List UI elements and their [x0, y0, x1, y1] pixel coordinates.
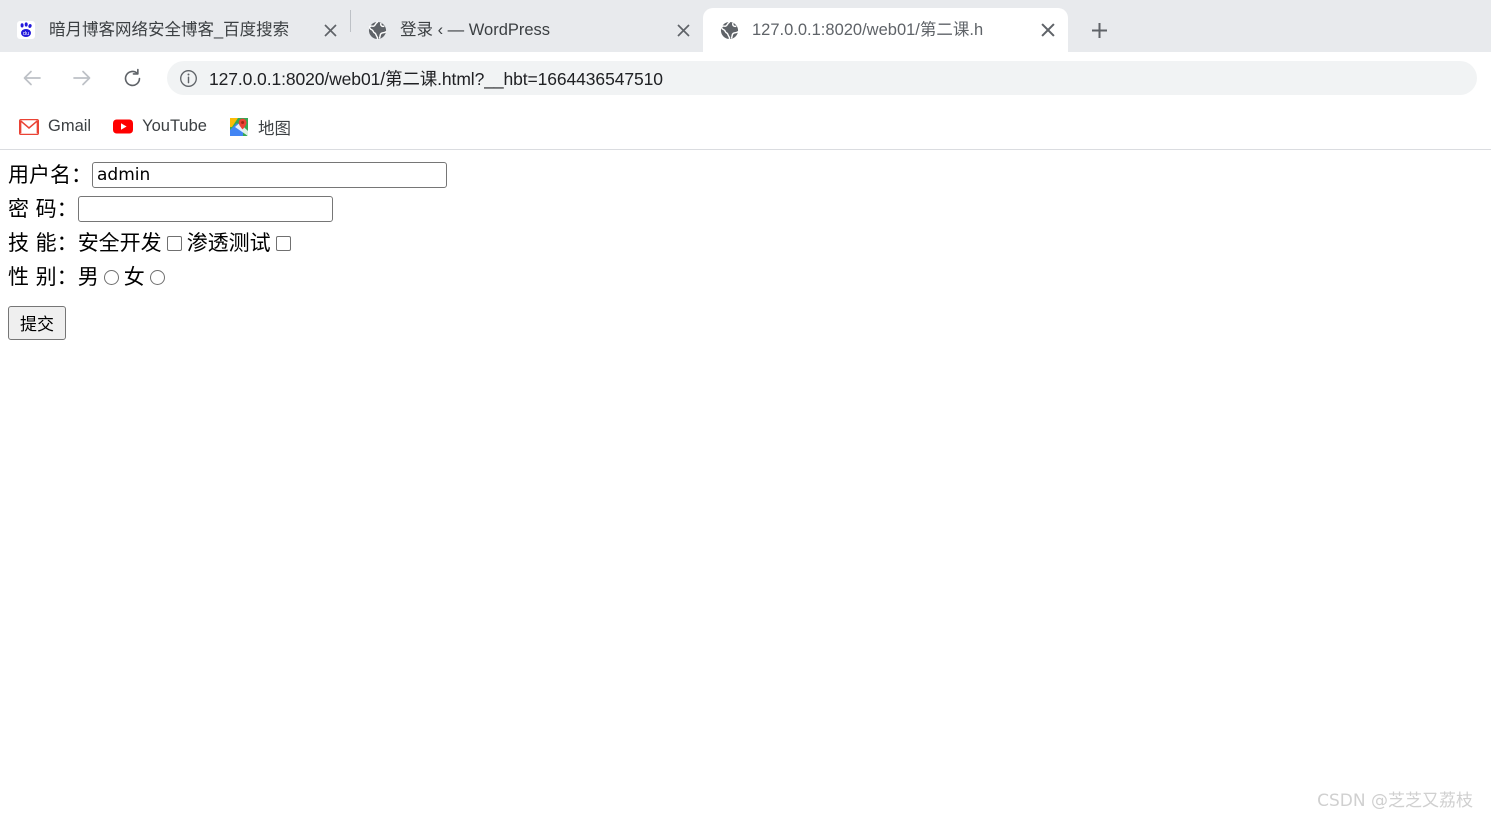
browser-tab-localhost[interactable]: 127.0.0.1:8020/web01/第二课.h [703, 8, 1068, 52]
gender-label: 性 别： [8, 264, 78, 289]
skill-checkbox-2[interactable] [275, 235, 291, 251]
gender-radio-male[interactable] [103, 269, 119, 285]
close-icon[interactable] [316, 16, 344, 44]
forward-button[interactable] [64, 60, 100, 96]
form-row-gender: 性 别： 男 女 [8, 260, 1483, 294]
browser-tab-title: 登录 ‹ — WordPress [400, 21, 551, 39]
form-row-password: 密 码： [8, 192, 1483, 226]
gender-option-label-1: 男 [77, 264, 99, 289]
baidu-paw-icon: du [16, 20, 36, 40]
form-row-username: 用户名： [8, 158, 1483, 192]
bookmark-label: YouTube [142, 117, 207, 135]
gender-radio-female[interactable] [149, 269, 165, 285]
browser-tab-baidu[interactable]: du 暗月博客网络安全博客_百度搜索 [0, 8, 350, 52]
csdn-watermark: CSDN @芝芝又荔枝 [1317, 791, 1473, 811]
tab-strip-empty-area [1116, 8, 1491, 52]
address-bar[interactable]: 127.0.0.1:8020/web01/第二课.html?__hbt=1664… [167, 61, 1477, 95]
reload-button[interactable] [114, 60, 150, 96]
globe-icon [367, 20, 387, 40]
bookmark-label: Gmail [48, 117, 92, 135]
bookmark-gmail[interactable]: Gmail [10, 112, 100, 142]
skills-label: 技 能： [8, 230, 78, 255]
site-info-icon[interactable] [176, 66, 200, 90]
close-icon[interactable] [1034, 16, 1062, 44]
gender-option-label-2: 女 [123, 264, 145, 289]
browser-tab-title: 暗月博客网络安全博客_百度搜索 [49, 21, 290, 39]
tab-strip: du 暗月博客网络安全博客_百度搜索 登录 ‹ — WordPress 127.… [0, 0, 1491, 52]
form-row-skills: 技 能： 安全开发 渗透测试 [8, 226, 1483, 260]
bookmark-maps[interactable]: 地图 [220, 112, 300, 142]
youtube-icon [113, 117, 134, 137]
bookmark-youtube[interactable]: YouTube [104, 112, 216, 142]
browser-tab-title: 127.0.0.1:8020/web01/第二课.h [752, 21, 984, 39]
browser-tab-wordpress[interactable]: 登录 ‹ — WordPress [351, 8, 703, 52]
username-label: 用户名： [8, 162, 92, 187]
google-maps-icon [229, 117, 249, 137]
login-form: 用户名： 密 码： 技 能： 安全开发 渗透测试 性 别： 男 女 [0, 150, 1491, 348]
password-label: 密 码： [8, 196, 78, 221]
skill-option-label-1: 安全开发 [77, 230, 162, 255]
address-bar-url: 127.0.0.1:8020/web01/第二课.html?__hbt=1664… [209, 68, 663, 89]
new-tab-button[interactable] [1082, 13, 1116, 47]
globe-icon [719, 20, 739, 40]
form-row-submit: 提交 [8, 306, 1483, 340]
gmail-icon [19, 117, 39, 137]
svg-text:du: du [23, 31, 30, 37]
back-button[interactable] [14, 60, 50, 96]
close-icon[interactable] [669, 16, 697, 44]
browser-toolbar: 127.0.0.1:8020/web01/第二课.html?__hbt=1664… [0, 52, 1491, 104]
submit-button[interactable]: 提交 [8, 306, 66, 340]
bookmark-label: 地图 [257, 119, 291, 138]
password-input[interactable] [77, 196, 333, 222]
page-viewport: 用户名： 密 码： 技 能： 安全开发 渗透测试 性 别： 男 女 [0, 150, 1491, 824]
skill-option-label-2: 渗透测试 [186, 230, 271, 255]
bookmarks-bar: Gmail YouTube 地图 [0, 104, 1491, 150]
browser-window: du 暗月博客网络安全博客_百度搜索 登录 ‹ — WordPress 127.… [0, 0, 1491, 824]
skill-checkbox-1[interactable] [166, 235, 182, 251]
username-input[interactable] [92, 162, 447, 188]
